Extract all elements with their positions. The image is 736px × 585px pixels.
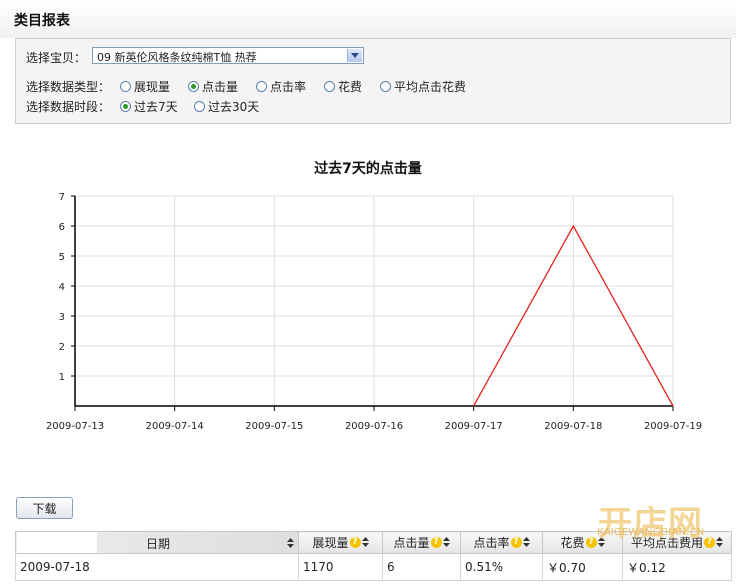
- cell-ctr: 0.51%: [460, 553, 543, 581]
- data-point: [473, 405, 475, 407]
- line-chart: 1 2 3 4 5 6 7 2009-07-13 2009-07-14 2009-07-15 200…: [46, 192, 702, 432]
- column-header-ctr[interactable]: 点击率?: [460, 531, 543, 554]
- help-icon[interactable]: ?: [430, 537, 442, 548]
- data-point: [672, 405, 674, 407]
- data-point: [572, 225, 574, 227]
- x-tick-label: 2009-07-15: [245, 421, 303, 432]
- x-tick-label: 2009-07-19: [644, 421, 702, 432]
- report-table: 日期 展现量? 点击量? 点击率? 花费? 平均点击费用? 2009-07-18…: [15, 531, 732, 581]
- x-tick-label: 2009-07-16: [345, 421, 403, 432]
- sort-icon[interactable]: [287, 537, 294, 551]
- cell-cost: ￥0.70: [542, 553, 623, 581]
- table-row: 2009-07-18 1170 6 0.51% ￥0.70 ￥0.12: [15, 553, 732, 581]
- column-header-label: 花费: [560, 536, 585, 550]
- column-header-label: 展现量: [312, 536, 349, 550]
- column-header-label: 平均点击费用: [630, 536, 703, 550]
- x-tick-label: 2009-07-17: [445, 421, 503, 432]
- column-header-clicks[interactable]: 点击量?: [382, 531, 461, 554]
- help-icon[interactable]: ?: [704, 537, 715, 548]
- download-button[interactable]: 下载: [16, 497, 73, 519]
- help-icon[interactable]: ?: [585, 537, 597, 548]
- table-header-row: 日期 展现量? 点击量? 点击率? 花费? 平均点击费用?: [15, 531, 732, 554]
- y-tick-label: 7: [59, 192, 65, 203]
- y-tick-label: 5: [59, 252, 65, 263]
- sort-icon[interactable]: [522, 536, 530, 550]
- y-tick-label: 1: [59, 372, 65, 383]
- column-header-impressions[interactable]: 展现量?: [298, 531, 383, 554]
- column-header-label: 点击量: [393, 536, 430, 550]
- column-header-avg-cost[interactable]: 平均点击费用?: [622, 531, 732, 554]
- x-tick-label: 2009-07-13: [46, 421, 104, 432]
- x-tick-label: 2009-07-18: [544, 421, 602, 432]
- y-tick-label: 4: [59, 282, 65, 293]
- column-header-date[interactable]: 日期: [15, 531, 299, 554]
- y-tick-label: 6: [59, 222, 65, 233]
- sort-icon[interactable]: [442, 536, 450, 550]
- cell-avg-cost: ￥0.12: [622, 553, 732, 581]
- x-tick-label: 2009-07-14: [146, 421, 204, 432]
- help-icon[interactable]: ?: [349, 537, 361, 548]
- y-tick-label: 3: [59, 312, 65, 323]
- column-header-cost[interactable]: 花费?: [542, 531, 623, 554]
- cell-date: 2009-07-18: [15, 553, 299, 581]
- column-header-label: 日期: [146, 537, 171, 551]
- sort-icon[interactable]: [716, 536, 723, 550]
- cell-clicks: 6: [382, 553, 461, 581]
- column-header-label: 点击率: [473, 536, 510, 550]
- cell-impressions: 1170: [298, 553, 383, 581]
- help-icon[interactable]: ?: [510, 537, 522, 548]
- sort-icon[interactable]: [361, 536, 369, 550]
- y-tick-label: 2: [59, 342, 65, 353]
- sort-icon[interactable]: [597, 536, 605, 550]
